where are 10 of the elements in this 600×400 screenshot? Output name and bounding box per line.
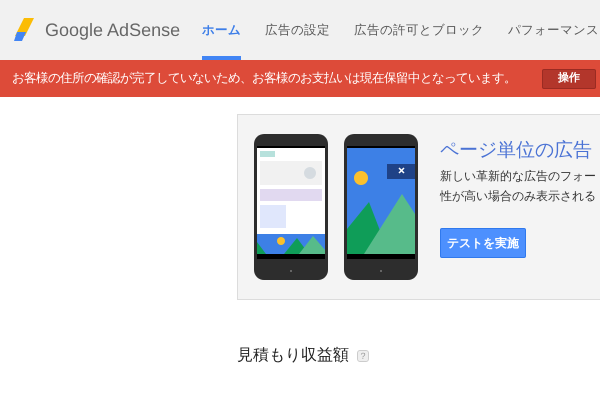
nav-tab[interactable]: 広告の設定 (265, 0, 330, 60)
alert-message: お客様の住所の確認が完了していないため、お客様のお支払いは現在保留中となっています。 (12, 70, 516, 88)
nav-tab[interactable]: 広告の許可とブロック (354, 0, 484, 60)
nav-tab[interactable]: パフォーマンス (508, 0, 600, 60)
logo-text: Google AdSense (45, 18, 180, 42)
promo-title: ページ単位の広告 (440, 139, 593, 163)
promo-description: 新しい革新的な広告のフォー 性が高い場合のみ表示される (440, 168, 596, 204)
run-test-button[interactable]: テストを実施 (440, 228, 526, 258)
section-title: 見積もり収益額 (237, 346, 349, 366)
action-button[interactable]: 操作 (542, 68, 596, 88)
